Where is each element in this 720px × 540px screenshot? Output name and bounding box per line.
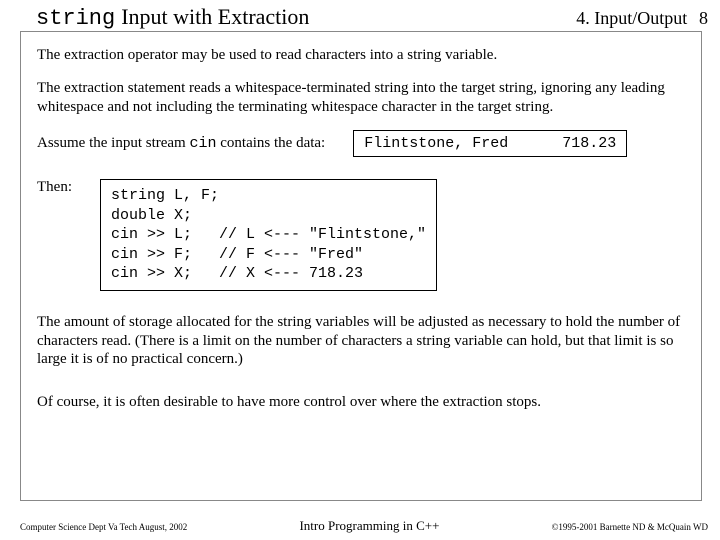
title-mono-part: string [36,6,115,31]
then-label: Then: [37,179,72,196]
assume-mono: cin [189,135,216,152]
section-label: 4. Input/Output [576,8,687,28]
title-text-part: Input with Extraction [121,4,309,30]
header-right: 4. Input/Output 8 [576,8,708,29]
data-left: Flintstone, Fred [364,135,508,152]
footer: Computer Science Dept Va Tech August, 20… [20,518,708,534]
content-box: The extraction operator may be used to r… [20,31,702,501]
footer-center: Intro Programming in C++ [299,518,439,534]
paragraph-2: The extraction statement reads a whitesp… [37,79,685,117]
assume-row: Assume the input stream cin contains the… [37,130,685,157]
slide-title: string Input with Extraction [20,4,309,31]
footer-left: Computer Science Dept Va Tech August, 20… [20,522,187,532]
footer-right: ©1995-2001 Barnette ND & McQuain WD [552,522,708,532]
header: string Input with Extraction 4. Input/Ou… [0,0,720,31]
slide: string Input with Extraction 4. Input/Ou… [0,0,720,540]
code-box: string L, F; double X; cin >> L; // L <-… [100,179,437,291]
data-right: 718.23 [562,135,616,152]
assume-prefix: Assume the input stream [37,135,189,151]
then-row: Then: string L, F; double X; cin >> L; /… [37,179,685,291]
paragraph-4: Of course, it is often desirable to have… [37,393,685,412]
assume-suffix: contains the data: [217,135,326,151]
assume-label: Assume the input stream cin contains the… [37,135,325,152]
input-data-box: Flintstone, Fred 718.23 [353,130,627,157]
paragraph-3: The amount of storage allocated for the … [37,313,685,369]
page-number: 8 [699,8,708,28]
paragraph-1: The extraction operator may be used to r… [37,46,685,65]
